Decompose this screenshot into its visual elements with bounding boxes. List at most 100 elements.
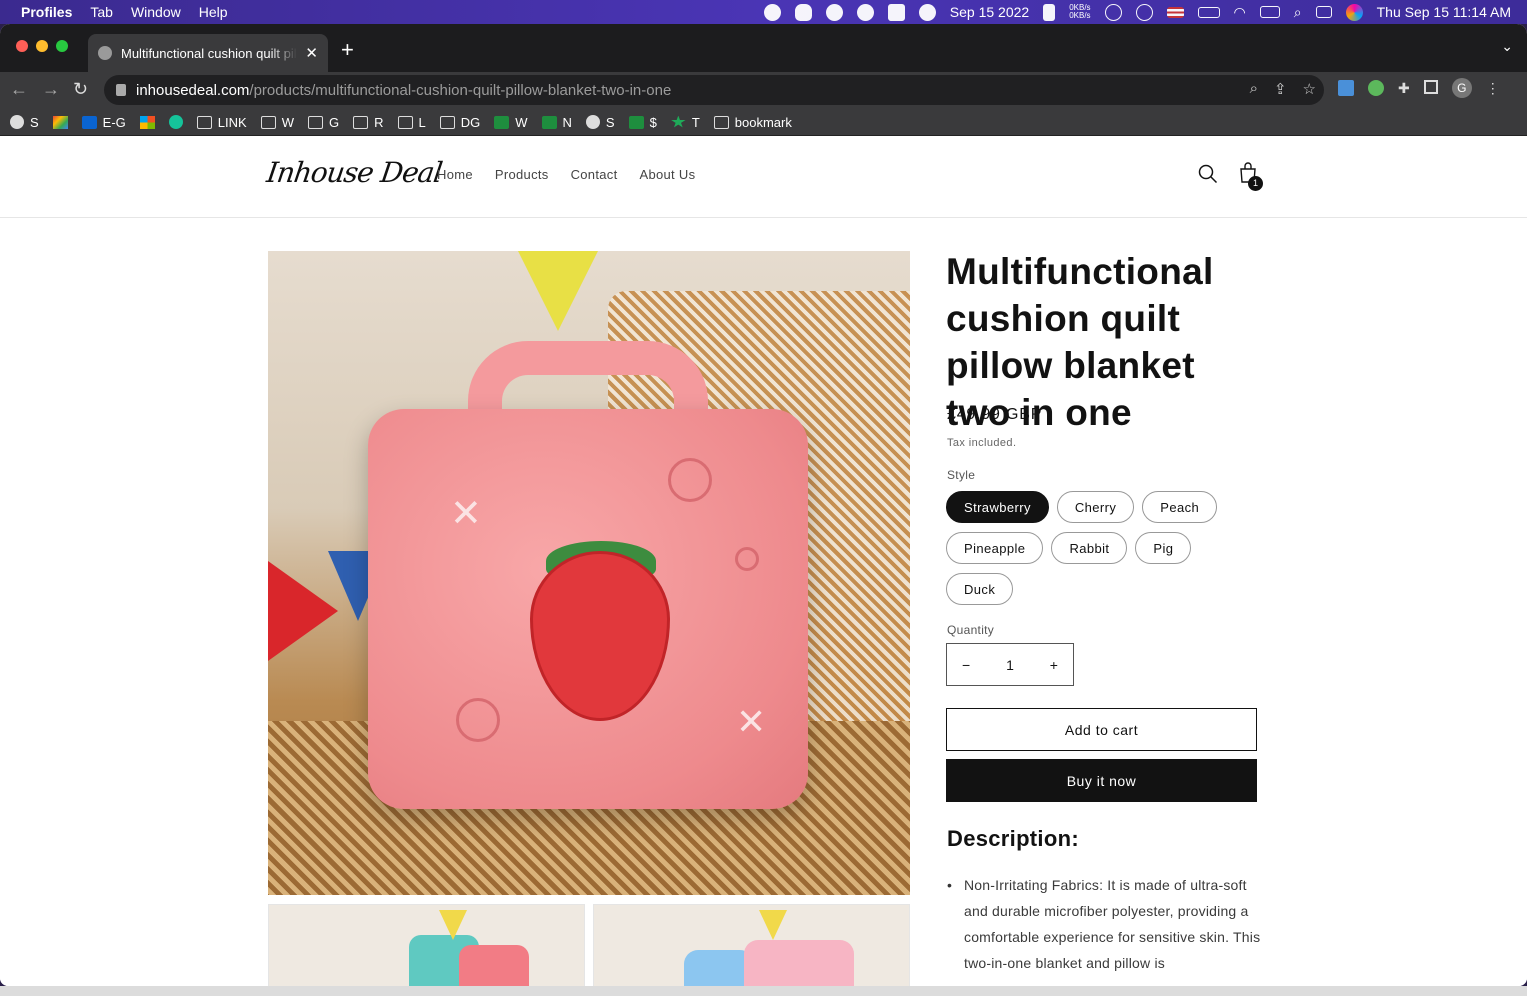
style-option-cherry[interactable]: Cherry xyxy=(1056,491,1135,523)
bookmark-label: S xyxy=(605,114,615,130)
bookmark-item[interactable]: N xyxy=(541,115,572,130)
product-thumbnail[interactable] xyxy=(268,904,585,986)
bookmark-item[interactable]: W xyxy=(494,115,528,130)
zoom-icon[interactable]: ⌕ xyxy=(1250,80,1258,98)
style-option-strawberry[interactable]: Strawberry xyxy=(946,491,1049,523)
address-bar[interactable]: inhousedeal.com/products/multifunctional… xyxy=(104,75,1324,105)
wechat-icon[interactable] xyxy=(825,3,843,21)
bookmark-item[interactable]: T xyxy=(671,115,700,130)
puzzle-icon[interactable]: ✚ xyxy=(1398,80,1410,98)
zoom-window-button[interactable] xyxy=(56,40,68,52)
bookmark-label: E-G xyxy=(102,114,126,130)
new-tab-button[interactable]: + xyxy=(341,37,354,63)
sidebar-icon[interactable] xyxy=(1423,80,1438,94)
wifi-icon[interactable]: ◠ xyxy=(1234,4,1246,21)
lock-icon[interactable] xyxy=(116,84,126,96)
back-icon[interactable]: ← xyxy=(10,79,28,100)
bookmark-item[interactable]: $ xyxy=(628,114,657,130)
bookmark-item[interactable]: R xyxy=(353,115,384,130)
bookmark-item[interactable]: W xyxy=(260,115,294,130)
product-thumbnail[interactable] xyxy=(593,904,910,986)
increase-quantity-button[interactable]: + xyxy=(1050,657,1058,673)
bookmark-label: $ xyxy=(649,114,657,130)
share-icon[interactable]: ⇪ xyxy=(1274,80,1287,98)
site-logo[interactable]: Inhouse Deal xyxy=(265,156,444,189)
bookmark-item[interactable]: G xyxy=(307,115,339,130)
microsoft-icon xyxy=(139,115,155,129)
arrow-circle-icon[interactable] xyxy=(918,3,936,21)
menu-profiles[interactable]: Profiles xyxy=(12,4,81,20)
style-label: Style xyxy=(947,468,976,482)
checkbox-icon[interactable] xyxy=(887,3,905,21)
close-window-button[interactable] xyxy=(16,40,28,52)
bookmark-item[interactable] xyxy=(52,115,68,129)
bookmark-star-icon[interactable]: ☆ xyxy=(1303,80,1316,98)
tab-search-chevron-icon[interactable]: ⌄ xyxy=(1501,38,1513,55)
quantity-label: Quantity xyxy=(947,623,995,637)
nav-products[interactable]: Products xyxy=(495,167,549,182)
site-nav: Home Products Contact About Us xyxy=(437,167,695,182)
nav-about-us[interactable]: About Us xyxy=(640,167,696,182)
folder-icon xyxy=(353,115,369,129)
bookmark-item[interactable]: S xyxy=(10,115,39,130)
decrease-quantity-button[interactable]: − xyxy=(962,657,970,673)
globe-icon xyxy=(585,115,600,129)
add-to-cart-button[interactable]: Add to cart xyxy=(946,708,1257,751)
forward-icon[interactable]: → xyxy=(42,79,60,100)
bookmark-item[interactable] xyxy=(168,115,183,129)
style-option-duck[interactable]: Duck xyxy=(946,573,1014,605)
bookmark-item[interactable]: LINK xyxy=(196,115,247,130)
teamviewer-icon[interactable] xyxy=(856,3,874,21)
style-option-pig[interactable]: Pig xyxy=(1135,532,1192,564)
extension-green-icon[interactable] xyxy=(1368,80,1384,96)
bookmark-item[interactable] xyxy=(139,115,155,129)
minimize-window-button[interactable] xyxy=(36,40,48,52)
search-icon[interactable] xyxy=(1198,164,1218,184)
battery-icon[interactable] xyxy=(1197,6,1220,18)
globe-icon xyxy=(98,46,112,60)
download-icon[interactable] xyxy=(1338,80,1354,96)
buy-it-now-button[interactable]: Buy it now xyxy=(946,759,1257,802)
quantity-input[interactable]: 1 xyxy=(1006,657,1014,673)
style-option-rabbit[interactable]: Rabbit xyxy=(1051,532,1128,564)
bell-icon[interactable] xyxy=(794,3,812,21)
bookmark-item[interactable]: L xyxy=(397,115,426,130)
bookmark-item[interactable]: DG xyxy=(439,115,480,130)
control-center-icon[interactable] xyxy=(1315,6,1332,18)
line-icon[interactable] xyxy=(763,3,781,21)
close-tab-icon[interactable]: ✕ xyxy=(305,44,318,62)
bookmark-item[interactable]: E-G xyxy=(81,114,126,130)
date-chip[interactable]: Sep 15 2022 xyxy=(950,4,1029,20)
menu-help[interactable]: Help xyxy=(190,4,237,20)
cat-icon[interactable] xyxy=(1043,3,1056,21)
bookmark-label: T xyxy=(691,114,700,130)
description-heading: Description: xyxy=(947,826,1079,851)
style-option-peach[interactable]: Peach xyxy=(1142,491,1218,523)
bookmarks-bar: S E-G LINK W G R L DG W N S $ Tbookmark xyxy=(0,109,1527,136)
search-icon[interactable]: ⌕ xyxy=(1294,4,1302,21)
script-icon[interactable] xyxy=(1104,3,1122,21)
bookmark-label: bookmark xyxy=(734,114,792,130)
style-option-pineapple[interactable]: Pineapple xyxy=(946,532,1044,564)
bookmark-item[interactable]: bookmark xyxy=(713,114,792,130)
profile-avatar[interactable]: G xyxy=(1451,78,1472,98)
folder-icon xyxy=(307,115,323,129)
keyboard-icon[interactable] xyxy=(1259,6,1280,18)
cross-embroidery: ✕ xyxy=(736,701,767,742)
more-menu-icon[interactable]: ⋮ xyxy=(1486,80,1500,98)
reload-icon[interactable]: ↻ xyxy=(73,79,88,100)
bookmark-item[interactable]: S xyxy=(585,114,615,130)
folder-icon xyxy=(260,115,276,129)
time-machine-icon[interactable] xyxy=(1135,3,1153,21)
active-tab[interactable]: Multifunctional cushion quilt pillow bla… xyxy=(88,34,328,72)
menu-window[interactable]: Window xyxy=(122,4,190,20)
ring-embroidery xyxy=(735,547,759,571)
menubar-clock[interactable]: Thu Sep 15 11:14 AM xyxy=(1377,4,1511,20)
menu-tab[interactable]: Tab xyxy=(81,4,122,20)
nav-home[interactable]: Home xyxy=(437,167,473,182)
folder-icon xyxy=(439,115,455,129)
siri-icon[interactable] xyxy=(1345,3,1363,21)
nav-contact[interactable]: Contact xyxy=(571,167,618,182)
product-main-image[interactable]: ✕ ✕ xyxy=(268,251,910,895)
us-flag-icon[interactable] xyxy=(1166,6,1184,18)
